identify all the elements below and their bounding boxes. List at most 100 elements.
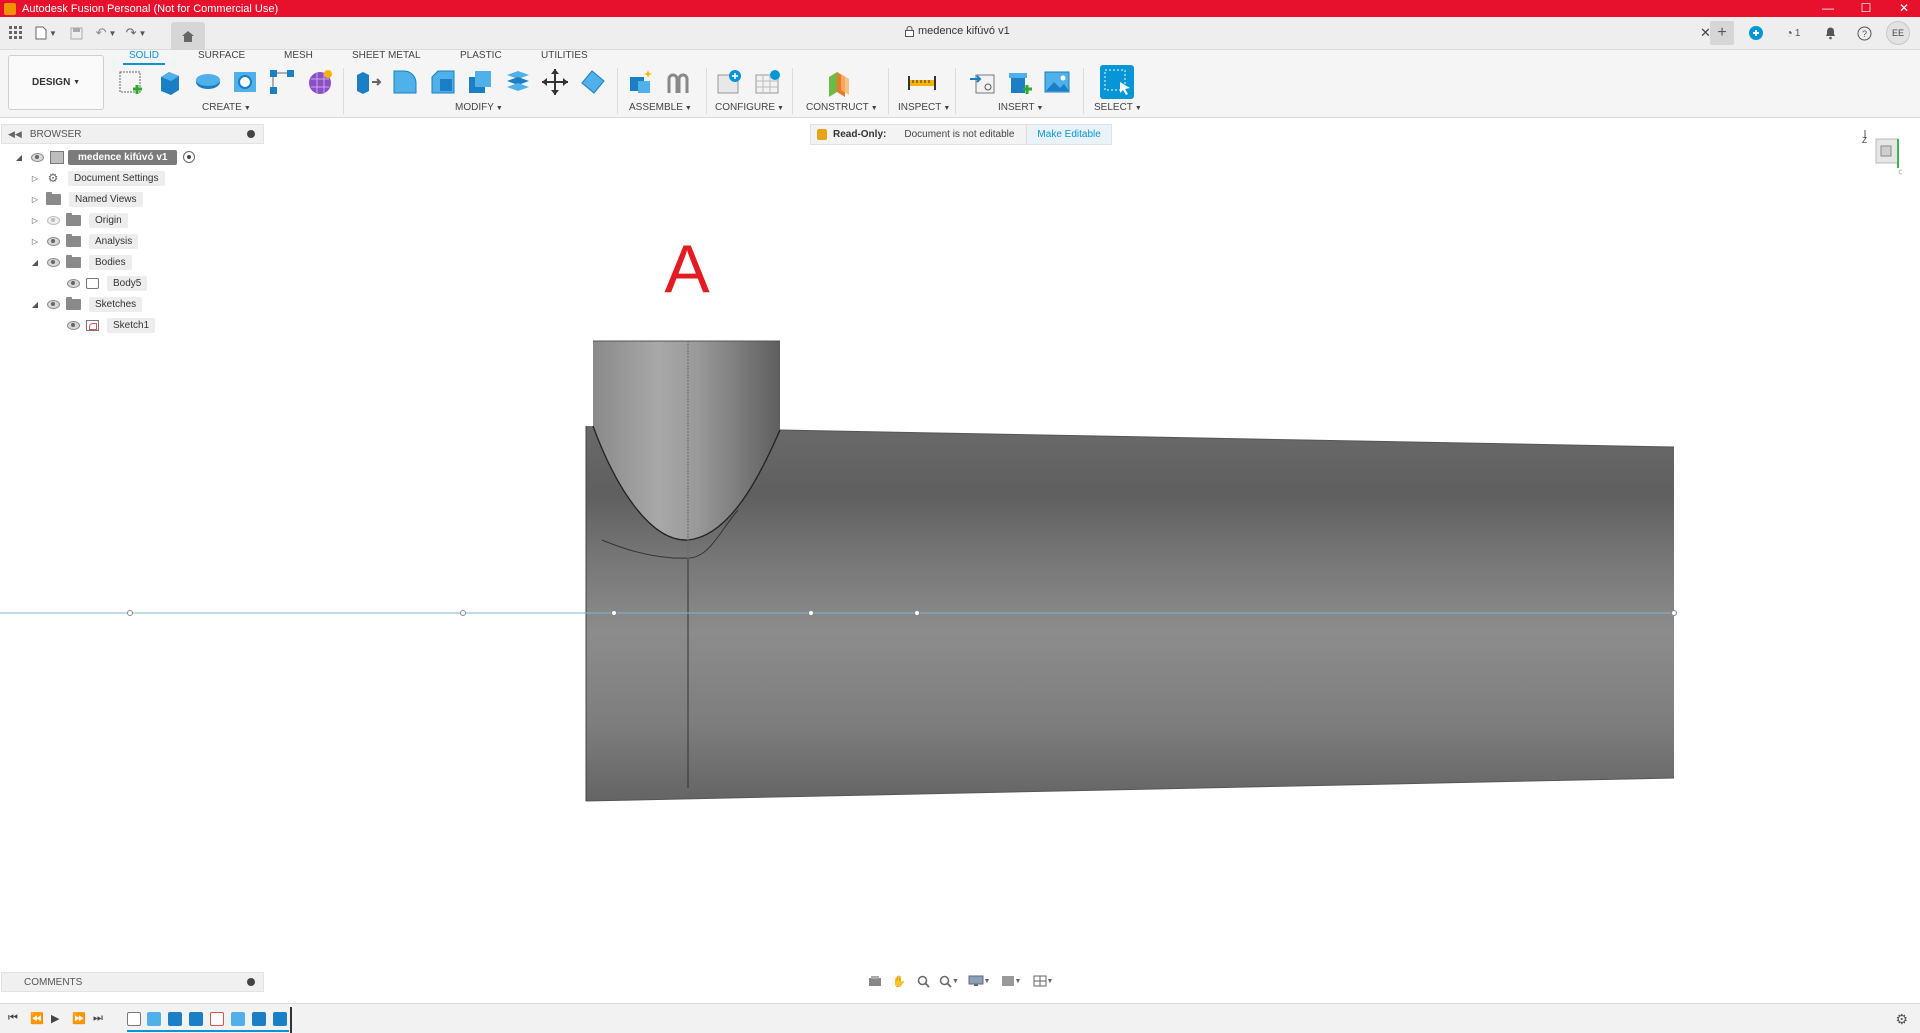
timeline-last-icon[interactable]: ⏭ [93,1012,103,1025]
pan-hand-icon[interactable]: ✋ [890,973,908,989]
help-icon[interactable]: ? [1852,21,1876,45]
display-settings-icon[interactable]: ▼ [966,973,992,989]
home-icon [182,30,194,42]
minimize-button[interactable]: — [1820,0,1836,17]
offset-plane-icon[interactable] [824,67,854,97]
create-form-icon[interactable] [305,67,335,97]
measure-icon[interactable] [907,67,937,97]
timeline-prev-icon[interactable]: ⏪ [30,1012,44,1025]
tab-utilities[interactable]: UTILITIES [541,50,588,61]
insert-derive-icon[interactable] [968,67,998,97]
annotation-label: A [664,231,710,307]
title-bar: Autodesk Fusion Personal (Not for Commer… [0,0,1920,17]
tab-solid[interactable]: SOLID [122,50,166,65]
new-tab-icon[interactable]: + [1710,21,1734,45]
fit-zoom-icon[interactable]: ▼ [938,973,960,989]
maximize-button[interactable]: ☐ [1858,0,1874,17]
model-view[interactable]: A [0,146,1920,966]
move-copy-icon[interactable] [540,67,570,97]
create-menu[interactable]: CREATE ▼ [202,102,251,113]
workspace-switcher[interactable]: DESIGN ▼ [8,55,104,110]
redo-button[interactable]: ↷ ▼ [124,21,148,45]
user-avatar[interactable]: EE [1886,21,1910,45]
inspect-menu[interactable]: INSPECT ▼ [898,102,950,113]
construct-menu[interactable]: CONSTRUCT ▼ [806,102,878,113]
lock-icon [905,25,914,37]
timeline-marker[interactable] [290,1007,292,1033]
tab-plastic[interactable]: PLASTIC [460,50,502,61]
timeline-sketch-feature[interactable] [127,1012,141,1026]
save-icon[interactable] [64,21,88,45]
hole-icon[interactable] [230,67,260,97]
timeline-play-icon[interactable]: ▶ [51,1012,59,1025]
window-controls: — ☐ ✕ [1820,0,1912,17]
timeline-revolve-feature[interactable] [147,1012,161,1026]
shell-icon[interactable] [465,67,495,97]
comments-panel[interactable]: COMMENTS [1,972,264,992]
insert-canvas-icon[interactable] [1042,67,1072,97]
orbit-icon[interactable] [866,973,884,989]
job-status-count: 1 [1794,27,1801,39]
lock-icon [817,129,827,140]
close-window-button[interactable]: ✕ [1896,0,1912,17]
insert-mcmaster-icon[interactable] [1005,67,1035,97]
grid-snaps-icon[interactable]: ▼ [998,973,1024,989]
job-status-icon[interactable]: ◔ 1 [1778,21,1808,45]
timeline-extrude-feature[interactable] [168,1012,182,1026]
timeline-bar: ⏮ ⏪ ▶ ⏩ ⏭ ⚙ [0,1003,1920,1033]
configure-icon[interactable] [715,67,745,97]
pattern-icon[interactable] [267,67,297,97]
fusion-logo-icon [4,2,16,15]
read-only-label: Read-Only: [833,129,887,140]
timeline-extrude-feature-2[interactable] [189,1012,203,1026]
create-sketch-icon[interactable] [117,67,147,97]
modify-menu[interactable]: MODIFY ▼ [455,102,503,113]
app-grid-icon[interactable] [4,21,28,45]
chamfer-icon[interactable] [428,67,458,97]
timeline-next-icon[interactable]: ⏩ [72,1012,86,1025]
tab-surface[interactable]: SURFACE [198,50,245,61]
press-pull-icon[interactable] [352,67,382,97]
configure-menu[interactable]: CONFIGURE ▼ [715,102,784,113]
browser-panel-header[interactable]: ◀◀ BROWSER [1,124,264,144]
new-component-icon[interactable] [626,67,656,97]
canvas-viewport[interactable]: A [0,146,1920,966]
extrude-icon[interactable] [155,67,185,97]
document-tab[interactable]: medence kifúvó v1 [905,25,1010,37]
timeline-extrude-feature-4[interactable] [273,1012,287,1026]
viewcube[interactable]: Z [1862,128,1904,178]
tab-sheet-metal[interactable]: SHEET METAL [352,50,421,61]
zoom-icon[interactable] [914,973,932,989]
select-menu[interactable]: SELECT ▼ [1094,102,1142,113]
tab-mesh[interactable]: MESH [284,50,313,61]
timeline-revolve-feature-2[interactable] [231,1012,245,1026]
quick-access-toolbar: ▼ ↶ ▼ ↷ ▼ [4,21,148,45]
undo-button[interactable]: ↶ ▼ [94,21,118,45]
home-tab[interactable] [171,22,205,50]
insert-menu[interactable]: INSERT ▼ [998,102,1043,113]
split-body-icon[interactable] [503,67,533,97]
select-icon[interactable] [1100,65,1134,99]
viewports-icon[interactable]: ▼ [1030,973,1056,989]
timeline-settings-gear-icon[interactable]: ⚙ [1895,1011,1908,1028]
pin-icon[interactable] [247,130,255,138]
undo-icon: ↶ [95,25,107,40]
revolve-icon[interactable] [193,67,223,97]
timeline-sketch-feature-2[interactable] [210,1012,224,1026]
align-icon[interactable] [578,67,608,97]
document-tab-label: medence kifúvó v1 [918,25,1010,37]
collapse-panel-icon[interactable]: ◀◀ [8,129,22,140]
timeline-first-icon[interactable]: ⏮ [8,1012,18,1025]
make-editable-button[interactable]: Make Editable [1027,125,1111,144]
pin-icon[interactable] [247,978,255,986]
navigation-bar: ✋ ▼ ▼ ▼ ▼ [866,970,1056,992]
timeline-extrude-feature-3[interactable] [252,1012,266,1026]
extensions-icon[interactable] [1744,21,1768,45]
fillet-icon[interactable] [390,67,420,97]
file-menu-button[interactable]: ▼ [34,21,58,45]
right-toolbar: + ◔ 1 ? EE [1710,21,1910,45]
configuration-table-icon[interactable] [753,67,783,97]
notifications-bell-icon[interactable] [1818,21,1842,45]
assemble-menu[interactable]: ASSEMBLE ▼ [629,102,692,113]
joint-icon[interactable] [663,67,693,97]
